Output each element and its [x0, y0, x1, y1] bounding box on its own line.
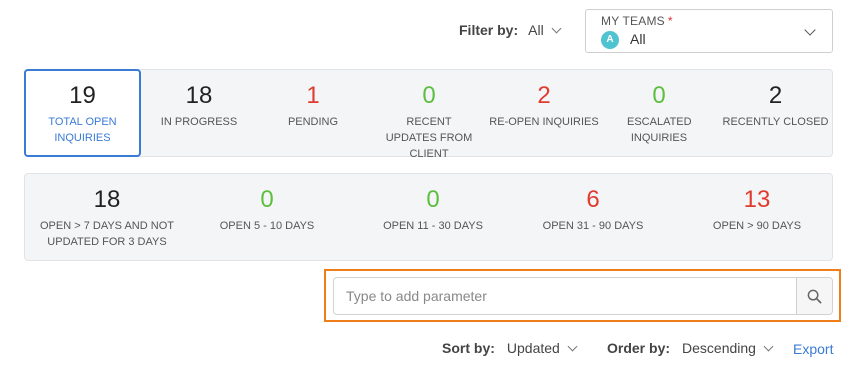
stat-label: RE-OPEN INQUIRIES: [489, 116, 599, 128]
stat-total-open-inquiries[interactable]: 19 TOTAL OPEN INQUIRIES: [24, 69, 141, 157]
stat-value: 0: [652, 82, 666, 109]
chevron-down-icon[interactable]: [567, 341, 578, 351]
stat-recently-closed[interactable]: 2 RECENTLY CLOSED: [719, 70, 832, 156]
stat-value: 19: [69, 82, 96, 109]
order-by-value[interactable]: Descending: [682, 340, 756, 356]
stat-label: ESCALATED INQUIRIES: [627, 116, 692, 144]
stat-label: RECENTLY CLOSED: [722, 116, 829, 128]
stat-in-progress[interactable]: 18 IN PROGRESS: [141, 70, 257, 156]
stat-open-5-10-days[interactable]: 0 OPEN 5 - 10 DAYS: [201, 174, 333, 260]
stat-value: 0: [426, 186, 440, 213]
filter-by-value[interactable]: All: [528, 22, 544, 38]
stat-label: OPEN 31 - 90 DAYS: [542, 220, 644, 232]
required-mark: *: [667, 14, 673, 28]
stat-value: 6: [586, 186, 600, 213]
chevron-down-icon[interactable]: [763, 341, 774, 351]
stat-value: 2: [537, 82, 551, 109]
sort-by-dropdown[interactable]: Sort by: Updated: [442, 340, 578, 356]
stat-open-31-90-days[interactable]: 6 OPEN 31 - 90 DAYS: [523, 174, 663, 260]
aging-stats-panel: 18 OPEN > 7 DAYS AND NOT UPDATED FOR 3 D…: [24, 173, 833, 261]
stat-label: OPEN > 90 DAYS: [712, 220, 802, 232]
parameter-search-input[interactable]: [334, 278, 796, 314]
stat-label: PENDING: [287, 116, 339, 128]
export-link[interactable]: Export: [793, 341, 833, 357]
stat-value: 18: [93, 186, 121, 213]
my-teams-caption: MY TEAMS *: [601, 14, 673, 28]
stat-value: 1: [306, 82, 320, 109]
stat-label: RECENT UPDATES FROM CLIENT: [385, 116, 473, 160]
stat-escalated-inquiries[interactable]: 0 ESCALATED INQUIRIES: [599, 70, 719, 156]
stat-label: IN PROGRESS: [160, 116, 238, 128]
order-by-dropdown[interactable]: Order by: Descending: [607, 340, 774, 356]
stat-open-over-90-days[interactable]: 13 OPEN > 90 DAYS: [691, 174, 823, 260]
stat-open-11-30-days[interactable]: 0 OPEN 11 - 30 DAYS: [363, 174, 503, 260]
chevron-down-icon[interactable]: [551, 23, 562, 33]
stat-value: 0: [260, 186, 274, 213]
parameter-search: [333, 277, 833, 315]
stat-pending[interactable]: 1 PENDING: [257, 70, 369, 156]
chevron-down-icon[interactable]: [804, 24, 816, 36]
filter-by-label: Filter by:: [459, 22, 519, 38]
stat-re-open-inquiries[interactable]: 2 RE-OPEN INQUIRIES: [489, 70, 599, 156]
search-icon: [807, 289, 822, 303]
sort-by-label: Sort by:: [442, 340, 495, 356]
my-teams-select[interactable]: MY TEAMS * A All: [585, 9, 833, 53]
search-button[interactable]: [796, 278, 832, 314]
stat-value: 18: [185, 82, 213, 109]
stat-value: 2: [768, 82, 783, 109]
stat-recent-updates-from-client[interactable]: 0 RECENT UPDATES FROM CLIENT: [369, 70, 489, 160]
stat-label: OPEN 11 - 30 DAYS: [383, 220, 483, 232]
stat-label: OPEN > 7 DAYS AND NOT UPDATED FOR 3 DAYS: [40, 220, 174, 248]
stat-value: 13: [743, 186, 771, 213]
stat-label: OPEN 5 - 10 DAYS: [219, 220, 315, 232]
sort-by-value[interactable]: Updated: [507, 340, 560, 356]
inquiry-stats-panel: 19 TOTAL OPEN INQUIRIES 18 IN PROGRESS 1…: [24, 69, 833, 160]
stat-open-over-7-days-not-updated[interactable]: 18 OPEN > 7 DAYS AND NOT UPDATED FOR 3 D…: [33, 174, 181, 260]
stat-label: TOTAL OPEN INQUIRIES: [48, 116, 117, 144]
filter-by-dropdown[interactable]: Filter by: All: [459, 22, 562, 38]
team-avatar: A: [601, 31, 619, 49]
order-by-label: Order by:: [607, 340, 671, 356]
stat-value: 0: [422, 82, 436, 109]
my-teams-value: All: [630, 31, 646, 47]
